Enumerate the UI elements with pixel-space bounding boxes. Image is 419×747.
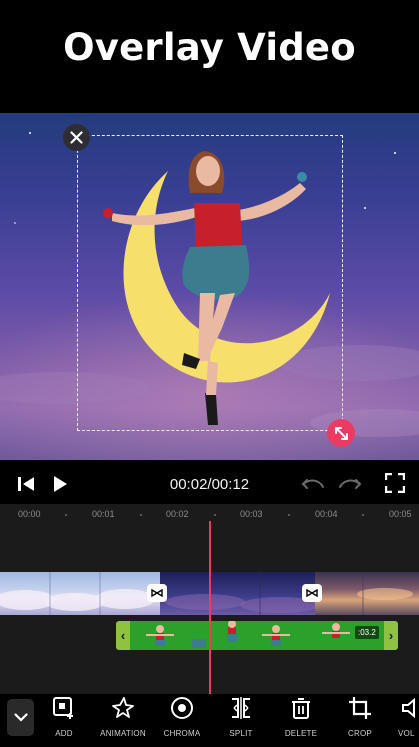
tool-label: VOL bbox=[398, 729, 415, 738]
transition-button[interactable] bbox=[147, 584, 167, 602]
ruler-tick: 00:03 bbox=[240, 509, 263, 519]
tool-animation[interactable]: ANIMATION bbox=[93, 694, 153, 747]
video-clip-night[interactable] bbox=[160, 572, 320, 615]
ruler-tick: 00:02 bbox=[166, 509, 189, 519]
transition-icon bbox=[151, 589, 163, 597]
resize-arrows-icon bbox=[334, 426, 348, 440]
chroma-icon bbox=[170, 696, 194, 720]
fullscreen-button[interactable] bbox=[384, 472, 406, 494]
tool-add[interactable]: ADD bbox=[34, 694, 94, 747]
tool-label: DELETE bbox=[284, 729, 318, 738]
tool-volume[interactable]: VOL bbox=[389, 694, 419, 747]
tool-label: SPLIT bbox=[229, 729, 253, 738]
ruler-dot bbox=[65, 514, 67, 516]
trim-right-handle[interactable]: › bbox=[384, 621, 398, 650]
tool-label: CHROMA bbox=[163, 729, 201, 738]
ruler-tick: 00:01 bbox=[92, 509, 115, 519]
ruler-dot bbox=[140, 514, 142, 516]
trash-icon bbox=[289, 696, 313, 720]
collapse-toolbar-button[interactable] bbox=[7, 699, 34, 736]
tool-crop[interactable]: CROP bbox=[330, 694, 390, 747]
fullscreen-icon bbox=[385, 473, 405, 493]
ruler-tick: 00:00 bbox=[18, 509, 41, 519]
tool-delete[interactable]: DELETE bbox=[271, 694, 331, 747]
volume-icon bbox=[400, 696, 419, 720]
resize-overlay-handle[interactable] bbox=[327, 419, 355, 447]
remove-overlay-button[interactable] bbox=[63, 124, 90, 151]
add-overlay-icon bbox=[52, 696, 76, 720]
redo-icon bbox=[339, 479, 362, 489]
overlay-duration-badge: :03.2 bbox=[355, 626, 379, 639]
undo-icon bbox=[301, 479, 324, 489]
video-preview[interactable] bbox=[0, 113, 419, 460]
tool-label: ANIMATION bbox=[100, 729, 146, 738]
tool-label: ADD bbox=[55, 729, 73, 738]
playhead[interactable] bbox=[209, 521, 211, 694]
tool-label: CROP bbox=[348, 729, 372, 738]
transition-button[interactable] bbox=[302, 584, 322, 602]
close-icon bbox=[70, 131, 83, 144]
ruler-tick: 00:04 bbox=[315, 509, 338, 519]
undo-button[interactable] bbox=[300, 474, 326, 494]
ruler-dot bbox=[362, 514, 364, 516]
split-icon bbox=[229, 696, 253, 720]
tool-split[interactable]: SPLIT bbox=[211, 694, 271, 747]
promo-banner: Overlay Video bbox=[0, 0, 419, 113]
ruler-tick: 00:05 bbox=[389, 509, 412, 519]
animation-icon bbox=[111, 696, 135, 720]
tool-chroma[interactable]: CHROMA bbox=[152, 694, 212, 747]
ruler-dot bbox=[214, 514, 216, 516]
ruler-dot bbox=[288, 514, 290, 516]
redo-button[interactable] bbox=[337, 474, 363, 494]
overlay-thumbnail-strip bbox=[146, 621, 350, 648]
video-clip-sunset[interactable] bbox=[315, 572, 419, 615]
video-clip-sky[interactable] bbox=[0, 572, 160, 615]
chevron-down-icon bbox=[13, 713, 28, 722]
clip-thumbnails bbox=[357, 572, 413, 615]
crop-icon bbox=[348, 696, 372, 720]
overlay-selection-box[interactable] bbox=[77, 135, 343, 431]
banner-title: Overlay Video bbox=[63, 26, 356, 69]
clip-thumbnails bbox=[165, 572, 320, 615]
overlay-thumbnails bbox=[130, 621, 384, 650]
trim-left-handle[interactable]: ‹ bbox=[116, 621, 130, 650]
transition-icon bbox=[306, 589, 318, 597]
clip-thumbnails bbox=[0, 572, 155, 615]
